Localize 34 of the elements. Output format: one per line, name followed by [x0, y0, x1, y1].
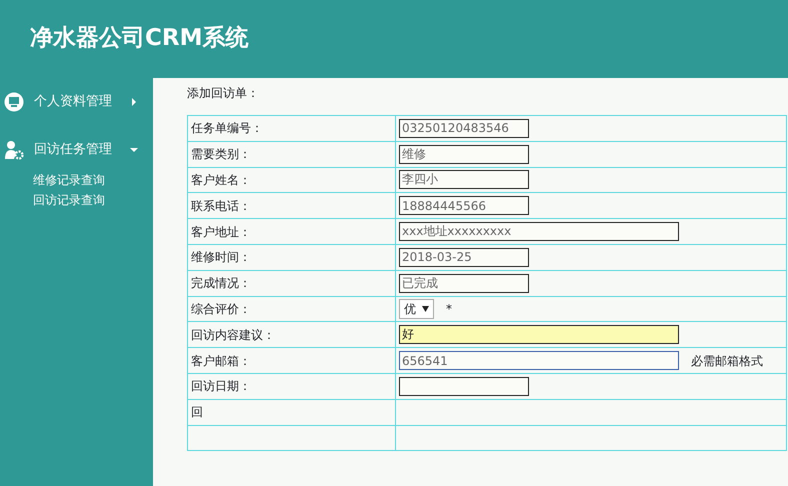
input-field[interactable]: 656541: [399, 351, 679, 370]
input-field[interactable]: 李四小: [399, 170, 529, 190]
field-label: 联系电话：: [191, 198, 251, 213]
field-label: 客户姓名：: [191, 172, 251, 187]
sidebar-item[interactable]: 个人资料管理: [0, 90, 153, 114]
input-field[interactable]: 好: [399, 325, 679, 344]
input-field[interactable]: xxx地址xxxxxxxxx: [399, 222, 679, 242]
user-gear-icon: [4, 140, 24, 160]
field-label: 综合评价：: [191, 302, 251, 316]
input-field[interactable]: 维修: [399, 144, 529, 164]
input-field[interactable]: 已完成: [399, 274, 529, 293]
sidebar-subitem[interactable]: 回访记录查询: [0, 190, 153, 210]
field-label: 回: [191, 405, 203, 420]
sidebar-item[interactable]: 回访任务管理: [0, 138, 153, 162]
rating-dropdown[interactable]: 优: [399, 298, 434, 319]
field-label: 回访日期：: [191, 379, 251, 394]
caret-down-icon: [422, 306, 429, 312]
input-field[interactable]: 03250120483546: [399, 118, 529, 138]
sidebar-subitem[interactable]: 维修记录查询: [0, 170, 153, 190]
input-field[interactable]: 2018-03-25: [399, 248, 529, 267]
input-field[interactable]: 18884445566: [399, 196, 529, 216]
field-hint: *: [446, 302, 452, 316]
field-label: 客户地址：: [191, 224, 251, 239]
field-label: 需要类别：: [191, 147, 251, 162]
input-field[interactable]: [399, 376, 529, 396]
form-title: 添加回访单：: [187, 85, 259, 102]
field-label: 客户邮箱：: [191, 354, 251, 368]
field-hint: 必需邮箱格式: [691, 354, 763, 368]
app-title: 净水器公司CRM系统: [30, 25, 248, 53]
field-label: 完成情况：: [191, 276, 251, 290]
field-label: 维修时间：: [191, 250, 251, 264]
field-label: 回访内容建议：: [191, 328, 275, 342]
monitor-icon: [4, 92, 24, 112]
field-label: 任务单编号：: [191, 121, 263, 136]
